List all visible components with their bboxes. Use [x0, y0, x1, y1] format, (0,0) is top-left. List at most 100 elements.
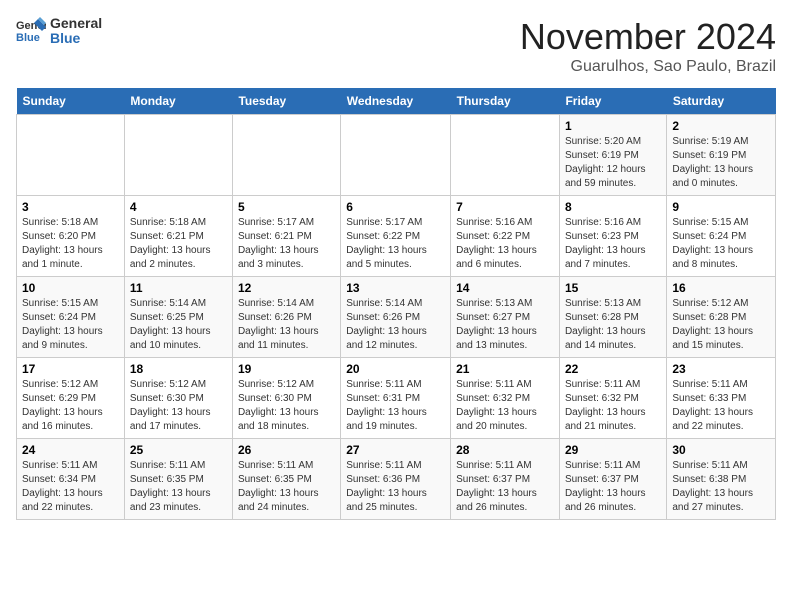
- day-info: Sunrise: 5:11 AM Sunset: 6:33 PM Dayligh…: [672, 378, 770, 434]
- day-info: Sunrise: 5:12 AM Sunset: 6:30 PM Dayligh…: [238, 378, 335, 434]
- calendar-cell: 21 Sunrise: 5:11 AM Sunset: 6:32 PM Dayli…: [451, 358, 560, 439]
- weekday-header-sunday: Sunday: [17, 88, 125, 115]
- logo-text-blue: Blue: [50, 31, 102, 46]
- day-info: Sunrise: 5:18 AM Sunset: 6:21 PM Dayligh…: [130, 216, 227, 272]
- day-number: 17: [22, 362, 119, 376]
- calendar-cell: 29 Sunrise: 5:11 AM Sunset: 6:37 PM Dayli…: [559, 439, 666, 520]
- calendar-cell: [341, 115, 451, 196]
- calendar-cell: [17, 115, 125, 196]
- calendar-cell: 10 Sunrise: 5:15 AM Sunset: 6:24 PM Dayli…: [17, 277, 125, 358]
- calendar-cell: 16Sunrise: 5:12 AM Sunset: 6:28 PM Dayli…: [667, 277, 776, 358]
- day-number: 10: [22, 281, 119, 295]
- day-number: 22: [565, 362, 661, 376]
- day-number: 29: [565, 443, 661, 457]
- calendar-cell: 8 Sunrise: 5:16 AM Sunset: 6:23 PM Daylig…: [559, 196, 666, 277]
- day-number: 11: [130, 281, 227, 295]
- day-info: Sunrise: 5:11 AM Sunset: 6:31 PM Dayligh…: [346, 378, 445, 434]
- page-title: November 2024: [520, 16, 776, 58]
- calendar-cell: 23 Sunrise: 5:11 AM Sunset: 6:33 PM Dayli…: [667, 358, 776, 439]
- weekday-header-saturday: Saturday: [667, 88, 776, 115]
- svg-text:Blue: Blue: [16, 32, 40, 44]
- calendar-cell: 25 Sunrise: 5:11 AM Sunset: 6:35 PM Dayli…: [124, 439, 232, 520]
- calendar-cell: [124, 115, 232, 196]
- logo: General Blue General Blue: [16, 16, 102, 47]
- calendar-week-row: 3Sunrise: 5:18 AM Sunset: 6:20 PM Daylig…: [17, 196, 776, 277]
- day-info: Sunrise: 5:18 AM Sunset: 6:20 PM Dayligh…: [22, 216, 119, 272]
- day-number: 4: [130, 200, 227, 214]
- day-number: 15: [565, 281, 661, 295]
- day-info: Sunrise: 5:15 AM Sunset: 6:24 PM Dayligh…: [22, 297, 119, 353]
- day-number: 20: [346, 362, 445, 376]
- day-info: Sunrise: 5:11 AM Sunset: 6:38 PM Dayligh…: [672, 459, 770, 515]
- calendar-cell: 11 Sunrise: 5:14 AM Sunset: 6:25 PM Dayli…: [124, 277, 232, 358]
- page-subtitle: Guarulhos, Sao Paulo, Brazil: [520, 58, 776, 76]
- day-number: 21: [456, 362, 554, 376]
- day-info: Sunrise: 5:15 AM Sunset: 6:24 PM Dayligh…: [672, 216, 770, 272]
- calendar-cell: 5Sunrise: 5:17 AM Sunset: 6:21 PM Daylig…: [232, 196, 340, 277]
- day-info: Sunrise: 5:11 AM Sunset: 6:35 PM Dayligh…: [238, 459, 335, 515]
- day-info: Sunrise: 5:16 AM Sunset: 6:23 PM Dayligh…: [565, 216, 661, 272]
- day-info: Sunrise: 5:17 AM Sunset: 6:22 PM Dayligh…: [346, 216, 445, 272]
- day-number: 25: [130, 443, 227, 457]
- day-number: 27: [346, 443, 445, 457]
- calendar-cell: 26 Sunrise: 5:11 AM Sunset: 6:35 PM Dayli…: [232, 439, 340, 520]
- day-info: Sunrise: 5:11 AM Sunset: 6:34 PM Dayligh…: [22, 459, 119, 515]
- calendar-week-row: 1Sunrise: 5:20 AM Sunset: 6:19 PM Daylig…: [17, 115, 776, 196]
- calendar-cell: 28Sunrise: 5:11 AM Sunset: 6:37 PM Dayli…: [451, 439, 560, 520]
- day-info: Sunrise: 5:12 AM Sunset: 6:30 PM Dayligh…: [130, 378, 227, 434]
- calendar-cell: 19 Sunrise: 5:12 AM Sunset: 6:30 PM Dayli…: [232, 358, 340, 439]
- calendar-cell: 15Sunrise: 5:13 AM Sunset: 6:28 PM Dayli…: [559, 277, 666, 358]
- calendar-cell: [451, 115, 560, 196]
- calendar-week-row: 10 Sunrise: 5:15 AM Sunset: 6:24 PM Dayli…: [17, 277, 776, 358]
- day-info: Sunrise: 5:20 AM Sunset: 6:19 PM Dayligh…: [565, 135, 661, 191]
- day-info: Sunrise: 5:12 AM Sunset: 6:29 PM Dayligh…: [22, 378, 119, 434]
- day-number: 30: [672, 443, 770, 457]
- calendar-week-row: 17 Sunrise: 5:12 AM Sunset: 6:29 PM Dayli…: [17, 358, 776, 439]
- title-area: November 2024 Guarulhos, Sao Paulo, Braz…: [520, 16, 776, 76]
- day-number: 13: [346, 281, 445, 295]
- day-info: Sunrise: 5:11 AM Sunset: 6:32 PM Dayligh…: [565, 378, 661, 434]
- day-number: 7: [456, 200, 554, 214]
- day-info: Sunrise: 5:16 AM Sunset: 6:22 PM Dayligh…: [456, 216, 554, 272]
- calendar-cell: [232, 115, 340, 196]
- logo-icon: General Blue: [16, 17, 46, 45]
- weekday-header-friday: Friday: [559, 88, 666, 115]
- calendar-cell: 7 Sunrise: 5:16 AM Sunset: 6:22 PM Daylig…: [451, 196, 560, 277]
- day-info: Sunrise: 5:17 AM Sunset: 6:21 PM Dayligh…: [238, 216, 335, 272]
- day-number: 23: [672, 362, 770, 376]
- day-number: 14: [456, 281, 554, 295]
- calendar-cell: 6 Sunrise: 5:17 AM Sunset: 6:22 PM Daylig…: [341, 196, 451, 277]
- day-number: 9: [672, 200, 770, 214]
- calendar-week-row: 24 Sunrise: 5:11 AM Sunset: 6:34 PM Dayli…: [17, 439, 776, 520]
- calendar-cell: 13 Sunrise: 5:14 AM Sunset: 6:26 PM Dayli…: [341, 277, 451, 358]
- calendar-cell: 9 Sunrise: 5:15 AM Sunset: 6:24 PM Daylig…: [667, 196, 776, 277]
- weekday-header-thursday: Thursday: [451, 88, 560, 115]
- calendar-cell: 2 Sunrise: 5:19 AM Sunset: 6:19 PM Daylig…: [667, 115, 776, 196]
- header: General Blue General Blue November 2024 …: [16, 16, 776, 76]
- calendar-table: SundayMondayTuesdayWednesdayThursdayFrid…: [16, 88, 776, 520]
- day-info: Sunrise: 5:14 AM Sunset: 6:26 PM Dayligh…: [238, 297, 335, 353]
- calendar-cell: 18 Sunrise: 5:12 AM Sunset: 6:30 PM Dayli…: [124, 358, 232, 439]
- day-info: Sunrise: 5:11 AM Sunset: 6:32 PM Dayligh…: [456, 378, 554, 434]
- day-info: Sunrise: 5:14 AM Sunset: 6:25 PM Dayligh…: [130, 297, 227, 353]
- day-number: 18: [130, 362, 227, 376]
- calendar-cell: 17 Sunrise: 5:12 AM Sunset: 6:29 PM Dayli…: [17, 358, 125, 439]
- calendar-cell: 12Sunrise: 5:14 AM Sunset: 6:26 PM Dayli…: [232, 277, 340, 358]
- day-number: 6: [346, 200, 445, 214]
- day-info: Sunrise: 5:14 AM Sunset: 6:26 PM Dayligh…: [346, 297, 445, 353]
- day-number: 19: [238, 362, 335, 376]
- day-info: Sunrise: 5:11 AM Sunset: 6:37 PM Dayligh…: [565, 459, 661, 515]
- calendar-cell: 27Sunrise: 5:11 AM Sunset: 6:36 PM Dayli…: [341, 439, 451, 520]
- day-number: 8: [565, 200, 661, 214]
- day-number: 16: [672, 281, 770, 295]
- calendar-cell: 30 Sunrise: 5:11 AM Sunset: 6:38 PM Dayli…: [667, 439, 776, 520]
- weekday-header-wednesday: Wednesday: [341, 88, 451, 115]
- day-number: 2: [672, 119, 770, 133]
- day-info: Sunrise: 5:19 AM Sunset: 6:19 PM Dayligh…: [672, 135, 770, 191]
- calendar-cell: 24 Sunrise: 5:11 AM Sunset: 6:34 PM Dayli…: [17, 439, 125, 520]
- day-info: Sunrise: 5:11 AM Sunset: 6:35 PM Dayligh…: [130, 459, 227, 515]
- day-number: 26: [238, 443, 335, 457]
- weekday-header-tuesday: Tuesday: [232, 88, 340, 115]
- day-number: 24: [22, 443, 119, 457]
- calendar-cell: 20 Sunrise: 5:11 AM Sunset: 6:31 PM Dayli…: [341, 358, 451, 439]
